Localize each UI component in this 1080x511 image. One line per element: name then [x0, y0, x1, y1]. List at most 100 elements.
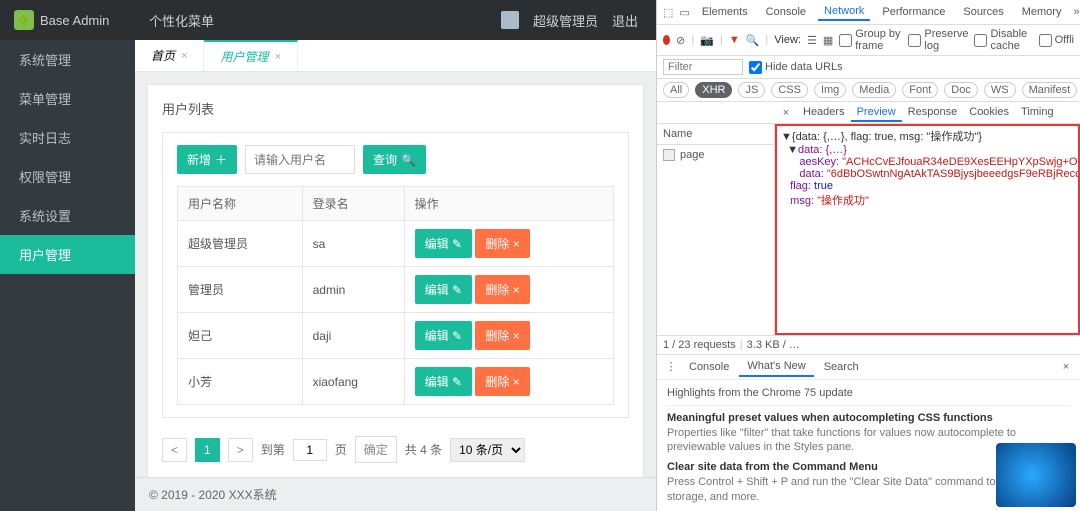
pager-page-unit: 页: [335, 441, 347, 458]
user-panel: 用户列表 新增＋ 查询🔍 用户名称 登录名 操作: [147, 84, 644, 477]
tab-user[interactable]: 用户管理×: [204, 40, 297, 71]
offline-checkbox[interactable]: Offli: [1039, 34, 1074, 47]
drawer-highlights: Highlights from the Chrome 75 update: [667, 386, 1070, 406]
sidebar-item-perm[interactable]: 权限管理: [0, 157, 135, 196]
add-button[interactable]: 新增＋: [177, 145, 237, 174]
network-status: 1 / 23 requests|3.3 KB / …: [657, 335, 1080, 354]
filter-input[interactable]: [663, 59, 743, 75]
sidebar-item-user[interactable]: 用户管理: [0, 235, 135, 274]
filter-pill-all[interactable]: All: [663, 82, 689, 98]
plus-icon: ＋: [215, 151, 227, 168]
pager: < 1 > 到第 页 确定 共 4 条 10 条/页: [162, 436, 629, 463]
tab-home[interactable]: 首页×: [135, 40, 204, 71]
cell-login: daji: [302, 313, 404, 359]
col-username: 用户名称: [178, 187, 303, 221]
brand[interactable]: 🌵 Base Admin: [0, 10, 135, 30]
cell-username: 小芳: [178, 359, 303, 405]
filter-pill-xhr[interactable]: XHR: [695, 82, 732, 98]
drawer-tab-console[interactable]: Console: [681, 358, 737, 376]
subtab-cookies[interactable]: Cookies: [963, 104, 1015, 122]
avatar[interactable]: [501, 11, 519, 29]
edit-button[interactable]: 编辑 ✎: [415, 321, 472, 350]
sidebar-item-log[interactable]: 实时日志: [0, 118, 135, 157]
devtools: ⬚ ▭ Elements Console Network Performance…: [657, 0, 1080, 511]
clear-icon[interactable]: ⊘: [676, 33, 686, 47]
pager-page-1[interactable]: 1: [195, 438, 220, 462]
view-list-icon[interactable]: ☰: [807, 33, 817, 47]
delete-button[interactable]: 删除 ×: [475, 229, 529, 258]
sidebar-item-settings[interactable]: 系统设置: [0, 196, 135, 235]
whats-new-drawer: Highlights from the Chrome 75 update Mea…: [657, 379, 1080, 511]
filter-pill-font[interactable]: Font: [902, 82, 938, 98]
edit-button[interactable]: 编辑 ✎: [415, 275, 472, 304]
request-row[interactable]: page: [657, 145, 774, 165]
devtab-elements[interactable]: Elements: [696, 4, 754, 20]
inspect-icon[interactable]: ⬚: [663, 5, 673, 19]
drawer-tab-whatsnew[interactable]: What's New: [739, 357, 813, 377]
cell-login: xiaofang: [302, 359, 404, 405]
camera-icon[interactable]: 📷: [700, 33, 714, 47]
filter-pill-css[interactable]: CSS: [771, 82, 808, 98]
drawer-tab-search[interactable]: Search: [816, 358, 867, 376]
view-grid-icon[interactable]: ▦: [823, 33, 833, 47]
delete-button[interactable]: 删除 ×: [475, 367, 529, 396]
pager-size-select[interactable]: 10 条/页: [450, 438, 525, 462]
preserve-log-checkbox[interactable]: Preserve log: [908, 28, 968, 52]
sidebar-item-system[interactable]: 系统管理: [0, 40, 135, 79]
group-frame-checkbox[interactable]: Group by frame: [839, 28, 902, 52]
subtab-headers[interactable]: Headers: [797, 104, 851, 122]
filter-pill-ws[interactable]: WS: [984, 82, 1016, 98]
subtab-timing[interactable]: Timing: [1015, 104, 1060, 122]
search-icon[interactable]: 🔍: [746, 33, 760, 47]
devtab-memory[interactable]: Memory: [1016, 4, 1068, 20]
edit-button[interactable]: 编辑 ✎: [415, 367, 472, 396]
devtab-network[interactable]: Network: [818, 3, 870, 21]
filter-pill-media[interactable]: Media: [852, 82, 896, 98]
devtab-sources[interactable]: Sources: [957, 4, 1009, 20]
filter-pill-doc[interactable]: Doc: [944, 82, 978, 98]
view-label: View:: [774, 34, 801, 46]
pager-goto-input[interactable]: [293, 439, 327, 461]
close-icon[interactable]: ×: [1058, 360, 1074, 374]
logout-link[interactable]: 退出: [612, 11, 638, 30]
page-tabs: 首页× 用户管理×: [135, 40, 656, 72]
table-row: 管理员admin编辑 ✎ 删除 ×: [178, 267, 614, 313]
close-icon[interactable]: ×: [181, 50, 187, 62]
kebab-icon[interactable]: ⋮: [663, 360, 679, 374]
filter-pill-manifest[interactable]: Manifest: [1022, 82, 1078, 98]
device-icon[interactable]: ▭: [679, 5, 689, 19]
edit-button[interactable]: 编辑 ✎: [415, 229, 472, 258]
promo-image: [996, 443, 1076, 507]
filter-icon[interactable]: ▼: [729, 33, 740, 47]
filter-pill-img[interactable]: Img: [814, 82, 846, 98]
pager-prev[interactable]: <: [162, 438, 187, 462]
search-button[interactable]: 查询🔍: [363, 145, 426, 174]
record-icon[interactable]: [663, 35, 670, 45]
logo-icon: 🌵: [14, 10, 34, 30]
pager-confirm[interactable]: 确定: [355, 436, 397, 463]
file-icon: [663, 149, 675, 161]
search-input[interactable]: [245, 145, 355, 174]
col-actions: 操作: [404, 187, 613, 221]
delete-button[interactable]: 删除 ×: [475, 321, 529, 350]
close-icon[interactable]: ×: [274, 51, 280, 63]
sidebar: 系统管理 菜单管理 实时日志 权限管理 系统设置 用户管理: [0, 40, 135, 511]
disable-cache-checkbox[interactable]: Disable cache: [974, 28, 1032, 52]
reqlist-header: Name: [657, 124, 774, 145]
cell-username: 管理员: [178, 267, 303, 313]
devtab-performance[interactable]: Performance: [876, 4, 951, 20]
subtab-preview[interactable]: Preview: [851, 104, 902, 122]
nav-custom-menu[interactable]: 个性化菜单: [135, 11, 228, 30]
tip1-heading: Meaningful preset values when autocomple…: [667, 412, 1070, 424]
pager-next[interactable]: >: [228, 438, 253, 462]
user-role[interactable]: 超级管理员: [533, 11, 598, 30]
delete-button[interactable]: 删除 ×: [475, 275, 529, 304]
close-preview-icon[interactable]: ×: [779, 106, 793, 120]
sidebar-item-menu[interactable]: 菜单管理: [0, 79, 135, 118]
devtab-console[interactable]: Console: [760, 4, 812, 20]
more-tabs-icon[interactable]: »: [1073, 5, 1079, 19]
filter-pill-js[interactable]: JS: [738, 82, 765, 98]
subtab-response[interactable]: Response: [902, 104, 964, 122]
hide-data-urls-checkbox[interactable]: Hide data URLs: [749, 61, 843, 74]
preview-pane[interactable]: ▼{data: {,…}, flag: true, msg: "操作成功"} ▼…: [775, 124, 1080, 335]
